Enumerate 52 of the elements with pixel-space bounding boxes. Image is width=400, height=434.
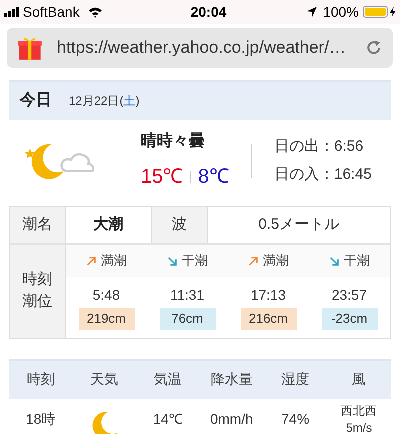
column-header: 天気 <box>90 370 120 389</box>
reload-icon[interactable] <box>365 39 383 57</box>
wifi-icon <box>88 6 103 18</box>
up-right-arrow-icon <box>86 256 97 266</box>
table-cell-text: 14℃ <box>152 410 184 429</box>
table-cell-text: 0mm/h <box>209 410 254 429</box>
tide-level-tag: 216cm <box>240 308 296 330</box>
table-cell-text: 18時 <box>25 410 57 429</box>
low-temperature: 8℃ <box>198 165 230 190</box>
today-label: 今日 <box>20 90 52 111</box>
charging-bolt-icon <box>390 7 396 17</box>
tide-type-text: 満潮 <box>263 252 289 270</box>
address-bar[interactable]: https://weather.yahoo.co.jp/weather/… <box>7 28 393 68</box>
signal-icon <box>4 7 20 17</box>
high-temperature: 15℃ <box>141 165 184 190</box>
battery-icon <box>363 6 388 18</box>
clock-time: 20:04 <box>190 2 227 22</box>
sunrise-text: 日の出：6:56 <box>274 136 365 156</box>
gift-box-icon <box>17 35 43 61</box>
wave-label: 波 <box>152 207 208 243</box>
wave-value: 0.5メートル <box>258 214 340 235</box>
table-cell-text: 74% <box>280 410 311 429</box>
column-header: 時刻 <box>26 370 56 389</box>
column-header: 気温 <box>153 370 184 389</box>
tide-level-tag: 76cm <box>160 308 216 330</box>
url-text: https://weather.yahoo.co.jp/weather/… <box>57 37 346 60</box>
tide-level-tag: -23cm <box>322 308 378 330</box>
tide-type-text: 干潮 <box>344 252 370 270</box>
up-right-arrow-icon <box>248 256 259 266</box>
wind-speed: 5m/s <box>346 420 372 434</box>
tide-level-tag: 219cm <box>78 308 134 330</box>
battery-percent: 100% <box>323 2 359 22</box>
column-header: 湿度 <box>280 370 311 389</box>
date-text: 12月22日(土) <box>69 93 140 110</box>
tide-name-label: 潮名 <box>10 207 66 243</box>
column-header: 降水量 <box>210 370 254 389</box>
tide-time: 5:48 <box>92 286 120 305</box>
tide-time: 23:57 <box>332 286 368 305</box>
tide-time: 17:13 <box>250 286 286 305</box>
condition-text: 晴時々曇 <box>141 132 206 152</box>
tide-level-label: 潮位 <box>22 292 52 312</box>
wind-direction: 西北西 <box>341 402 378 420</box>
sunset-text: 日の入：16:45 <box>274 165 372 185</box>
time-label: 時刻 <box>22 270 52 290</box>
tide-time: 11:31 <box>170 286 204 305</box>
down-right-arrow-icon <box>167 256 178 266</box>
tide-type-text: 満潮 <box>101 252 127 270</box>
location-arrow-icon <box>307 7 318 17</box>
down-right-arrow-icon <box>329 256 340 266</box>
column-header: 風 <box>351 370 368 389</box>
tide-type-text: 干潮 <box>182 252 208 270</box>
carrier-name: SoftBank <box>23 2 80 22</box>
